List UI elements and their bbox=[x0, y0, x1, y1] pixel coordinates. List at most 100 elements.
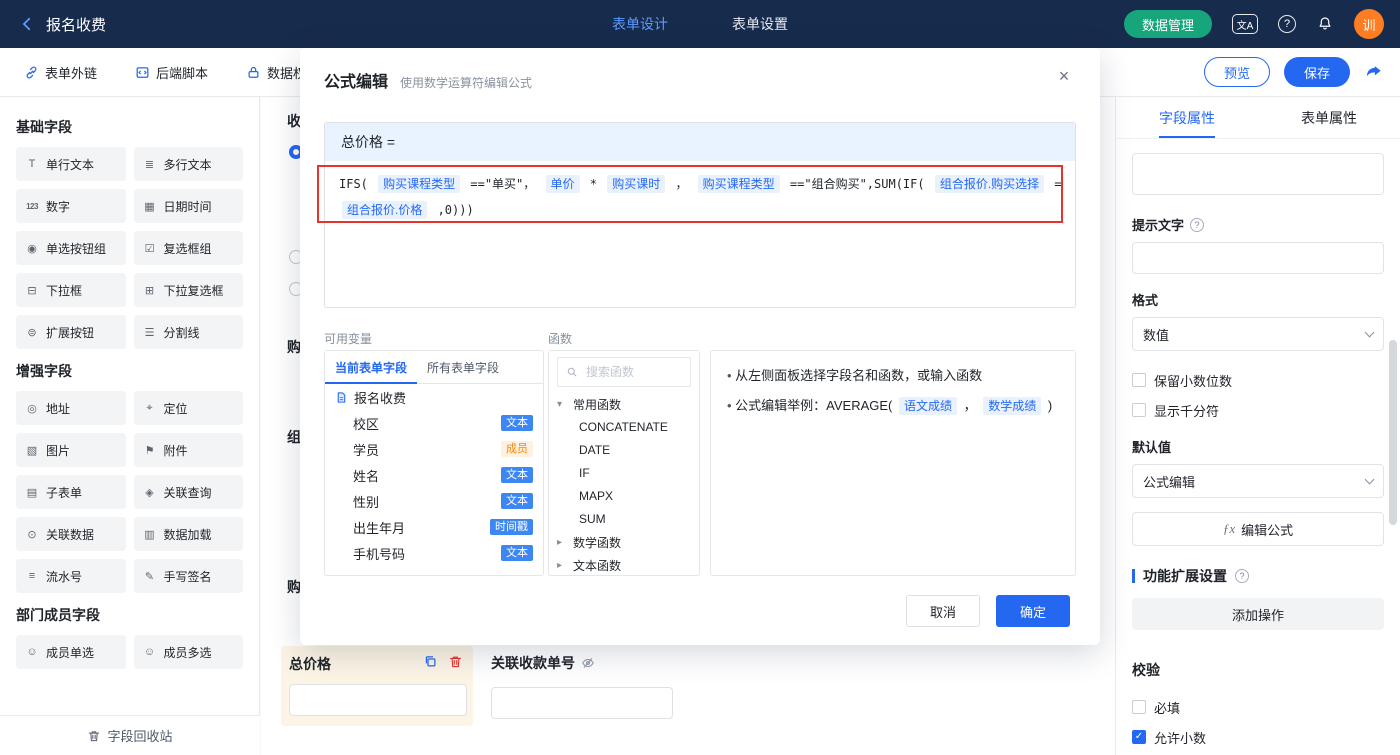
tab-form-settings[interactable]: 表单设置 bbox=[732, 14, 788, 34]
palette-section-title: 基础字段 bbox=[16, 119, 72, 135]
palette-item-数据加载[interactable]: ▥ 数据加载 bbox=[133, 517, 243, 551]
palette-item-手写签名[interactable]: ✎ 手写签名 bbox=[133, 559, 243, 593]
modal-subtitle: 使用数学运算符编辑公式 bbox=[400, 76, 533, 90]
formula-content[interactable]: IFS( 购买课程类型 =="单买"， 单价 * 购买课时 ， 购买课程类型 =… bbox=[317, 161, 1075, 307]
add-action-button[interactable]: 添加操作 bbox=[1132, 598, 1384, 630]
confirm-button[interactable]: 确定 bbox=[996, 595, 1070, 627]
recycle-icon bbox=[87, 729, 101, 743]
share-icon[interactable] bbox=[1364, 62, 1384, 82]
variable-field-校区[interactable]: 校区 文本 bbox=[325, 410, 543, 436]
function-search-input[interactable] bbox=[584, 364, 682, 380]
variable-field-姓名[interactable]: 姓名 文本 bbox=[325, 462, 543, 488]
hint-text-input[interactable] bbox=[1132, 242, 1384, 274]
formula-field-token: 组合报价.购买选择 bbox=[934, 175, 1045, 193]
question-icon[interactable]: ? bbox=[1190, 217, 1205, 232]
format-select[interactable]: 数值 bbox=[1132, 317, 1384, 351]
tab-all-form-fields[interactable]: 所有表单字段 bbox=[417, 351, 509, 383]
tab-form-properties[interactable]: 表单属性 bbox=[1258, 97, 1400, 138]
validation-option-允许小数[interactable]: ✓ 允许小数 bbox=[1132, 722, 1384, 752]
function-item-SUM[interactable]: SUM bbox=[549, 508, 699, 531]
checkbox[interactable] bbox=[1132, 373, 1146, 387]
variable-field-学员[interactable]: 学员 成员 bbox=[325, 436, 543, 462]
palette-item-分割线[interactable]: ☰ 分割线 bbox=[133, 315, 243, 349]
delete-icon[interactable] bbox=[448, 654, 463, 669]
function-group-常用函数[interactable]: ▾ 常用函数 bbox=[549, 393, 699, 416]
variables-root[interactable]: 报名收费 bbox=[325, 384, 543, 410]
palette-item-日期时间[interactable]: ▦ 日期时间 bbox=[133, 189, 243, 223]
tab-form-design[interactable]: 表单设计 bbox=[612, 14, 668, 34]
variable-field-手机号码[interactable]: 手机号码 文本 bbox=[325, 540, 543, 566]
default-value-select[interactable]: 公式编辑 bbox=[1132, 464, 1384, 498]
validation-option-必填[interactable]: 必填 bbox=[1132, 692, 1384, 722]
save-button[interactable]: 保存 bbox=[1284, 57, 1350, 87]
help-icon[interactable]: ? bbox=[1278, 15, 1296, 33]
scrollbar-thumb[interactable] bbox=[1389, 340, 1397, 525]
data-manage-button[interactable]: 数据管理 bbox=[1123, 10, 1212, 38]
function-group-文本函数[interactable]: ▸ 文本函数 bbox=[549, 554, 699, 575]
field-recycle-bin[interactable]: 字段回收站 bbox=[0, 715, 260, 755]
format-option-保留小数位数[interactable]: 保留小数位数 bbox=[1132, 365, 1384, 395]
palette-item-子表单[interactable]: ▤ 子表单 bbox=[16, 475, 126, 509]
palette-item-关联数据[interactable]: ⊙ 关联数据 bbox=[16, 517, 126, 551]
checkbox[interactable]: ✓ bbox=[1132, 730, 1146, 744]
palette-item-单行文本[interactable]: T 单行文本 bbox=[16, 147, 126, 181]
topbar-tabs: 表单设计 表单设置 bbox=[612, 0, 788, 48]
copy-icon[interactable] bbox=[423, 654, 438, 669]
translate-icon[interactable]: 文A bbox=[1232, 14, 1258, 34]
function-item-CONCATENATE[interactable]: CONCATENATE bbox=[549, 416, 699, 439]
tab-field-properties[interactable]: 字段属性 bbox=[1116, 97, 1258, 138]
related-receipt-no-input[interactable] bbox=[491, 687, 673, 719]
checkbox[interactable] bbox=[1132, 403, 1146, 417]
cancel-button[interactable]: 取消 bbox=[906, 595, 980, 627]
palette-item-数字[interactable]: 123 数字 bbox=[16, 189, 126, 223]
palette-item-附件[interactable]: ⚑ 附件 bbox=[133, 433, 243, 467]
backend-script-button[interactable]: 后端脚本 bbox=[135, 63, 208, 82]
field-title-input[interactable] bbox=[1132, 153, 1384, 195]
palette-item-label: 定位 bbox=[163, 401, 188, 416]
palette-item-扩展按钮[interactable]: ⊜ 扩展按钮 bbox=[16, 315, 126, 349]
question-icon[interactable]: ? bbox=[1235, 569, 1249, 583]
palette-item-定位[interactable]: ⌖ 定位 bbox=[133, 391, 243, 425]
palette-item-成员多选[interactable]: ☺ 成员多选 bbox=[133, 635, 243, 669]
variable-field-性别[interactable]: 性别 文本 bbox=[325, 488, 543, 514]
palette-item-下拉框[interactable]: ⊟ 下拉框 bbox=[16, 273, 126, 307]
format-option-显示千分符[interactable]: 显示千分符 bbox=[1132, 395, 1384, 425]
variable-field-出生年月[interactable]: 出生年月 时间戳 bbox=[325, 514, 543, 540]
palette-item-成员单选[interactable]: ☺ 成员单选 bbox=[16, 635, 126, 669]
palette-item-label: 日期时间 bbox=[163, 199, 212, 214]
palette-item-下拉复选框[interactable]: ⊞ 下拉复选框 bbox=[133, 273, 243, 307]
form-external-link-button[interactable]: 表单外链 bbox=[24, 63, 97, 82]
palette-item-单选按钮组[interactable]: ◉ 单选按钮组 bbox=[16, 231, 126, 265]
back-icon[interactable] bbox=[18, 15, 36, 33]
edit-formula-button[interactable]: ƒx 编辑公式 bbox=[1132, 512, 1384, 546]
close-icon[interactable]: × bbox=[1052, 64, 1076, 88]
palette-item-复选框组[interactable]: ☑ 复选框组 bbox=[133, 231, 243, 265]
function-search[interactable] bbox=[557, 357, 691, 387]
palette-item-label: 扩展按钮 bbox=[46, 325, 95, 340]
palette-item-label: 子表单 bbox=[46, 485, 83, 500]
dropdown-multi-icon: ⊞ bbox=[144, 284, 155, 297]
recycle-bin-label: 字段回收站 bbox=[107, 729, 173, 744]
palette-item-地址[interactable]: ◎ 地址 bbox=[16, 391, 126, 425]
function-item-MAPX[interactable]: MAPX bbox=[549, 485, 699, 508]
field-actions bbox=[423, 654, 463, 669]
preview-button[interactable]: 预览 bbox=[1204, 57, 1270, 87]
tab-current-form-fields[interactable]: 当前表单字段 bbox=[325, 351, 418, 384]
function-item-DATE[interactable]: DATE bbox=[549, 439, 699, 462]
total-price-field-card[interactable]: 总价格 bbox=[281, 646, 473, 726]
palette-item-label: 成员多选 bbox=[163, 645, 212, 660]
palette-item-关联查询[interactable]: ◈ 关联查询 bbox=[133, 475, 243, 509]
palette-item-多行文本[interactable]: ≣ 多行文本 bbox=[133, 147, 243, 181]
function-item-IF[interactable]: IF bbox=[549, 462, 699, 485]
checkbox[interactable] bbox=[1132, 700, 1146, 714]
extend-settings-title: 功能扩展设置 ? bbox=[1132, 566, 1384, 586]
default-value: 公式编辑 bbox=[1143, 474, 1196, 490]
total-price-input[interactable] bbox=[289, 684, 467, 716]
palette-item-流水号[interactable]: ≡ 流水号 bbox=[16, 559, 126, 593]
formula-text: =="是"， bbox=[1054, 177, 1061, 191]
palette-item-图片[interactable]: ▧ 图片 bbox=[16, 433, 126, 467]
bell-icon[interactable] bbox=[1316, 15, 1334, 33]
avatar[interactable]: 训 bbox=[1354, 9, 1384, 39]
chevron-right-icon: ▸ bbox=[557, 537, 563, 548]
function-group-数学函数[interactable]: ▸ 数学函数 bbox=[549, 531, 699, 554]
